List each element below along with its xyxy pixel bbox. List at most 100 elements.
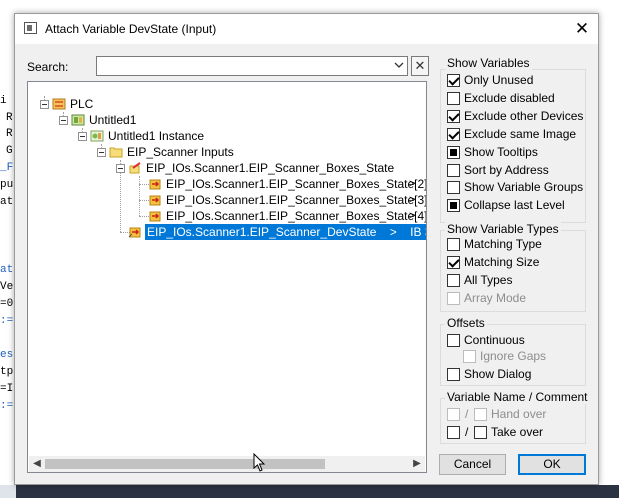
checkbox-label: Show Variable Groups <box>464 180 584 195</box>
show-variable-types-title: Show Variable Types <box>445 222 561 236</box>
checkbox-label: Only Unused <box>464 73 534 87</box>
take-over-comment-checkbox[interactable]: Take over <box>474 424 554 440</box>
exclude-disabled-checkbox[interactable]: Exclude disabled <box>447 90 583 106</box>
checkbox-label: Array Mode <box>464 291 527 305</box>
input-variable-icon <box>149 211 161 222</box>
chevron-right-icon: > <box>409 210 416 222</box>
tree-node-project[interactable]: Untitled1 <box>28 112 426 128</box>
variable-name-title: Variable Name / Comment <box>445 390 590 404</box>
checkbox-box <box>447 292 460 305</box>
tree-label-selected: EIP_IOs.Scanner1.EIP_Scanner_DevState > … <box>145 224 426 240</box>
show-dialog-checkbox[interactable]: Show Dialog <box>447 366 577 382</box>
checkbox-box[interactable] <box>447 426 460 439</box>
offsets-title: Offsets <box>445 316 487 330</box>
checkbox-label: Take over <box>491 425 544 439</box>
checkbox-box[interactable] <box>447 334 460 347</box>
checkbox-box[interactable] <box>447 91 460 105</box>
checkbox-box[interactable] <box>447 274 460 287</box>
show-variable-groups-checkbox[interactable]: Show Variable Groups <box>447 179 583 195</box>
all-types-checkbox[interactable]: All Types <box>447 272 583 288</box>
tree-label: EIP_Scanner Inputs <box>127 145 234 159</box>
checkbox-box[interactable] <box>447 163 460 177</box>
checkbox-box[interactable] <box>474 426 487 439</box>
checkbox-box[interactable] <box>447 256 460 269</box>
checkbox-box[interactable] <box>447 145 460 159</box>
mouse-cursor-icon <box>253 453 266 472</box>
bg-code-line: at <box>0 196 14 208</box>
exclude-other-devices-checkbox[interactable]: Exclude other Devices <box>447 108 583 124</box>
chevron-right-icon: > <box>409 178 416 190</box>
search-input[interactable] <box>96 56 408 76</box>
exclude-same-image-checkbox[interactable]: Exclude same Image <box>447 126 583 142</box>
clear-search-button[interactable]: ✕ <box>411 56 429 76</box>
dialog-title: Attach Variable DevState (Input) <box>45 22 217 36</box>
checkbox-label: Collapse last Level <box>464 198 565 213</box>
scroll-right-icon[interactable]: ▶ <box>410 457 424 471</box>
bg-code-line: at <box>0 264 14 276</box>
search-label: Search: <box>27 60 69 74</box>
tree-node-plc[interactable]: PLC <box>28 96 426 112</box>
tree-node-scanner-inputs[interactable]: EIP_Scanner Inputs <box>28 144 426 160</box>
collapse-toggle[interactable] <box>78 132 87 141</box>
bg-code-line: i <box>0 95 7 107</box>
hand-over-comment-checkbox: Hand over <box>474 406 554 422</box>
close-button[interactable]: ✕ <box>570 17 594 41</box>
collapse-toggle[interactable] <box>59 116 68 125</box>
tree-node-instance[interactable]: Untitled1 Instance <box>28 128 426 144</box>
tree-node-boxes-state-4[interactable]: EIP_IOs.Scanner1.EIP_Scanner_Boxes_State… <box>28 208 426 224</box>
tree-node-boxes-state-2[interactable]: EIP_IOs.Scanner1.EIP_Scanner_Boxes_State… <box>28 176 426 192</box>
checkbox-label: Matching Size <box>464 255 540 269</box>
variable-tree[interactable]: PLC Untitled1 Untitled1 Instance EIP_Sca… <box>27 81 427 473</box>
checkbox-box <box>447 408 460 421</box>
tree-label: EIP_IOs.Scanner1.EIP_Scanner_Boxes_State… <box>166 193 427 207</box>
matching-size-checkbox[interactable]: Matching Size <box>447 254 583 270</box>
horizontal-scrollbar[interactable]: ◀ ▶ <box>29 456 425 472</box>
tree-label: Untitled1 Instance <box>108 129 205 143</box>
checkbox-label: Exclude same Image <box>464 126 577 141</box>
take-over-name-checkbox[interactable] <box>447 424 461 440</box>
collapse-toggle[interactable] <box>116 164 125 173</box>
collapse-last-level-checkbox[interactable]: Collapse last Level <box>447 197 583 213</box>
checkbox-box[interactable] <box>447 199 460 213</box>
chevron-down-icon[interactable] <box>394 60 404 70</box>
collapse-toggle[interactable] <box>97 148 106 157</box>
window-icon <box>24 22 37 34</box>
bg-code-line: := <box>0 315 14 327</box>
checkbox-box <box>463 350 476 363</box>
show-variables-title: Show Variables <box>445 56 532 70</box>
tree-node-devstate[interactable]: EIP_IOs.Scanner1.EIP_Scanner_DevState > … <box>28 224 426 240</box>
checkbox-label: Show Tooltips <box>464 144 538 159</box>
checkbox-box[interactable] <box>447 109 460 123</box>
bg-code-line: pu <box>0 179 14 191</box>
continuous-checkbox[interactable]: Continuous <box>447 332 577 348</box>
checkbox-box[interactable] <box>447 74 460 87</box>
checkbox-label: All Types <box>464 273 513 287</box>
cancel-button[interactable]: Cancel <box>439 454 506 475</box>
checkbox-box[interactable] <box>447 127 460 141</box>
ok-button[interactable]: OK <box>518 454 586 475</box>
checkbox-box[interactable] <box>447 368 460 381</box>
tree-node-boxes-state[interactable]: EIP_IOs.Scanner1.EIP_Scanner_Boxes_State <box>28 160 426 176</box>
array-variable-icon <box>129 162 141 174</box>
checkbox-box[interactable] <box>447 181 460 195</box>
matching-type-checkbox[interactable]: Matching Type <box>447 236 583 252</box>
only-unused-checkbox[interactable]: Only Unused <box>447 72 583 88</box>
scrollbar-thumb[interactable] <box>45 459 325 469</box>
checkbox-box[interactable] <box>447 238 460 251</box>
plc-icon <box>52 98 66 110</box>
bg-code-line: Ve <box>0 281 14 293</box>
collapse-toggle[interactable] <box>40 100 49 109</box>
tree-node-boxes-state-3[interactable]: EIP_IOs.Scanner1.EIP_Scanner_Boxes_State… <box>28 192 426 208</box>
chevron-right-icon: > <box>409 194 416 206</box>
show-tooltips-checkbox[interactable]: Show Tooltips <box>447 144 583 160</box>
checkbox-label: Matching Type <box>464 237 542 251</box>
bg-code-line: es <box>0 349 14 361</box>
title-bar: Attach Variable DevState (Input) ✕ <box>15 14 598 44</box>
sort-by-address-checkbox[interactable]: Sort by Address <box>447 162 583 178</box>
instance-icon <box>90 130 104 142</box>
scroll-left-icon[interactable]: ◀ <box>30 457 44 471</box>
checkbox-label: Ignore Gaps <box>480 349 547 363</box>
slash-separator: / <box>465 425 469 439</box>
taskbar <box>0 485 619 498</box>
bg-code-line: _F <box>0 162 14 174</box>
